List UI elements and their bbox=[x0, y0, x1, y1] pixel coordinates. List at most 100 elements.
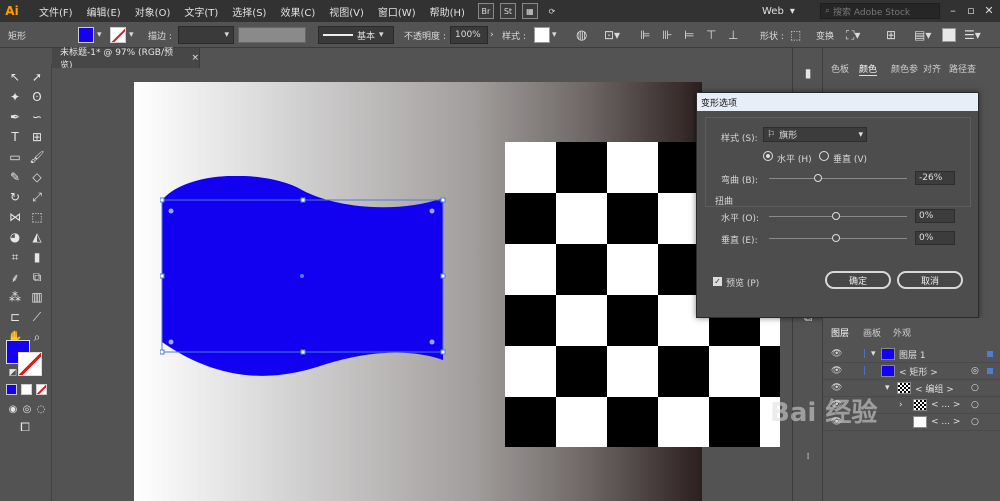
menu-view[interactable]: 视图(V) bbox=[322, 4, 371, 19]
distribute-icon[interactable]: ⊤ bbox=[706, 26, 716, 44]
select-similar-icon[interactable]: ⊞ bbox=[886, 26, 896, 44]
menu-object[interactable]: 对象(O) bbox=[128, 4, 178, 19]
document-tab[interactable]: 未标题-1* @ 97% (RGB/预览) × bbox=[52, 48, 200, 71]
blend-tool-icon[interactable]: ⧉ bbox=[28, 268, 46, 286]
artboard-tool-icon[interactable]: ⊏ bbox=[6, 308, 24, 326]
zoom-tool-icon[interactable]: ⌕ bbox=[28, 328, 46, 346]
transform-link[interactable]: 变换 bbox=[816, 26, 834, 44]
menu-file[interactable]: 文件(F) bbox=[32, 4, 80, 19]
tab-appearance[interactable]: 外观 bbox=[893, 326, 911, 340]
warped-rectangle[interactable] bbox=[160, 176, 450, 381]
handle-top-center[interactable] bbox=[300, 197, 306, 203]
grid-tool-icon[interactable]: ⊞ bbox=[28, 128, 46, 146]
eye-icon[interactable]: 👁 bbox=[831, 366, 842, 376]
tab-close-icon[interactable]: × bbox=[191, 53, 199, 63]
close-icon[interactable]: ✕ bbox=[982, 3, 996, 17]
minimize-icon[interactable]: – bbox=[946, 3, 960, 17]
handle-middle-right[interactable] bbox=[440, 273, 446, 279]
graph-tool-icon[interactable]: ▥ bbox=[28, 288, 46, 306]
lasso-icon[interactable]: ʘ bbox=[28, 88, 46, 106]
handle-top-right[interactable] bbox=[440, 197, 446, 203]
bend-slider-knob[interactable] bbox=[814, 174, 822, 182]
handle-bottom-center[interactable] bbox=[300, 349, 306, 355]
target-icon[interactable]: ○ bbox=[971, 400, 979, 410]
screen-mode-icon[interactable]: ⧠ bbox=[16, 418, 34, 436]
draw-inside-icon[interactable]: ◌ bbox=[32, 400, 50, 418]
corner-widget-tr[interactable] bbox=[429, 208, 435, 214]
type-tool-icon[interactable]: T bbox=[6, 128, 24, 146]
rotate-tool-icon[interactable]: ↻ bbox=[6, 188, 24, 206]
width-tool-icon[interactable]: ⋈ bbox=[6, 208, 24, 226]
gradient-tool-icon[interactable]: ▮ bbox=[28, 248, 46, 266]
expand-icon[interactable]: › bbox=[899, 400, 903, 410]
color-mode-icon[interactable] bbox=[6, 384, 17, 395]
opacity-input[interactable]: 100% › bbox=[450, 26, 494, 44]
panel-grip-icon[interactable]: ⁞ bbox=[799, 448, 817, 466]
shape-builder-icon[interactable]: ◕ bbox=[6, 228, 24, 246]
stroke-weight-stepper[interactable]: ▾ bbox=[178, 26, 234, 44]
panel-toggle-button[interactable] bbox=[942, 26, 956, 44]
recolor-artwork-icon[interactable]: ◍ bbox=[576, 26, 587, 44]
preview-checkbox[interactable]: ✓ bbox=[713, 277, 722, 286]
pen-tool-icon[interactable]: ✒ bbox=[6, 108, 24, 126]
direct-selection-tool-icon[interactable]: ➚ bbox=[28, 68, 46, 86]
canvas-area[interactable] bbox=[52, 68, 792, 501]
vertical-radio[interactable] bbox=[819, 151, 829, 161]
corner-widget-tl[interactable] bbox=[168, 208, 174, 214]
rectangle-tool-icon[interactable]: ▭ bbox=[6, 148, 24, 166]
menu-window[interactable]: 窗口(W) bbox=[371, 4, 423, 19]
layer-row[interactable]: 👁 | ▾ 图层 1 bbox=[823, 346, 1000, 363]
gradient-mode-icon[interactable] bbox=[21, 384, 32, 395]
align-center-icon[interactable]: ⊪ bbox=[662, 26, 672, 44]
gpu-performance-icon[interactable]: ⟳ bbox=[544, 3, 560, 19]
menu-edit[interactable]: 编辑(E) bbox=[80, 4, 128, 19]
graphic-style-swatch[interactable]: ▾ bbox=[534, 26, 557, 44]
stroke-swatch[interactable]: ▾ bbox=[110, 26, 134, 44]
selection-indicator[interactable] bbox=[987, 351, 993, 357]
align-left-icon[interactable]: ⊫ bbox=[640, 26, 650, 44]
scale-tool-icon[interactable]: ⤢ bbox=[28, 188, 46, 206]
tab-align[interactable]: 对齐 bbox=[923, 62, 941, 76]
maximize-icon[interactable]: ▫ bbox=[964, 3, 978, 17]
tab-swatches[interactable]: 色板 bbox=[831, 62, 849, 76]
arrange-documents-icon[interactable]: ▦ bbox=[521, 3, 538, 19]
align-icon[interactable]: ⊡▾ bbox=[604, 26, 620, 44]
target-icon[interactable]: ○ bbox=[971, 383, 979, 393]
paintbrush-icon[interactable]: 🖌 bbox=[28, 148, 46, 166]
menu-help[interactable]: 帮助(H) bbox=[423, 4, 472, 19]
bend-input[interactable]: -26% bbox=[915, 171, 955, 185]
curvature-tool-icon[interactable]: ∽ bbox=[28, 108, 46, 126]
symbol-sprayer-icon[interactable]: ⁂ bbox=[6, 288, 24, 306]
default-colors-icon[interactable]: ◩ bbox=[4, 364, 22, 382]
corner-widget-bl[interactable] bbox=[168, 339, 174, 345]
distribute-v-icon[interactable]: ⊥ bbox=[728, 26, 738, 44]
isolate-icon[interactable]: ⛶▾ bbox=[846, 26, 860, 44]
brush-definition-select[interactable]: 基本 ▾ bbox=[318, 26, 394, 44]
handle-top-left[interactable] bbox=[160, 197, 165, 203]
stock-button[interactable]: St bbox=[499, 3, 516, 19]
dist-v-input[interactable]: 0% bbox=[915, 231, 955, 245]
panel-collapse-icon[interactable]: ▮ bbox=[799, 64, 817, 82]
eyedropper-icon[interactable]: ⸙ bbox=[6, 268, 24, 286]
menu-select[interactable]: 选择(S) bbox=[225, 4, 273, 19]
bridge-button[interactable]: Br bbox=[477, 3, 494, 19]
workspace-switcher[interactable]: Web ▾ bbox=[762, 3, 814, 19]
expand-icon[interactable]: ▾ bbox=[871, 349, 876, 359]
tab-color[interactable]: 颜色 bbox=[859, 62, 878, 76]
corner-widget-br[interactable] bbox=[429, 339, 435, 345]
stock-search-input[interactable]: ⌕ 搜索 Adobe Stock bbox=[820, 3, 940, 19]
handle-bottom-left[interactable] bbox=[160, 349, 165, 355]
ok-button[interactable]: 确定 bbox=[825, 271, 891, 289]
magic-wand-icon[interactable]: ✦ bbox=[6, 88, 24, 106]
arrange-icon[interactable]: ▤▾ bbox=[914, 26, 931, 44]
dist-v-slider-knob[interactable] bbox=[832, 234, 840, 242]
handle-bottom-right[interactable] bbox=[440, 349, 446, 355]
menu-effect[interactable]: 效果(C) bbox=[273, 4, 322, 19]
tab-artboards[interactable]: 画板 bbox=[863, 326, 881, 340]
mesh-tool-icon[interactable]: ⌗ bbox=[6, 248, 24, 266]
dist-h-input[interactable]: 0% bbox=[915, 209, 955, 223]
eye-icon[interactable]: 👁 bbox=[831, 349, 842, 359]
expand-icon[interactable]: ▾ bbox=[885, 383, 890, 393]
tab-color-guide[interactable]: 颜色参 bbox=[891, 62, 918, 76]
shape-properties-icon[interactable]: ⬚ bbox=[790, 26, 801, 44]
